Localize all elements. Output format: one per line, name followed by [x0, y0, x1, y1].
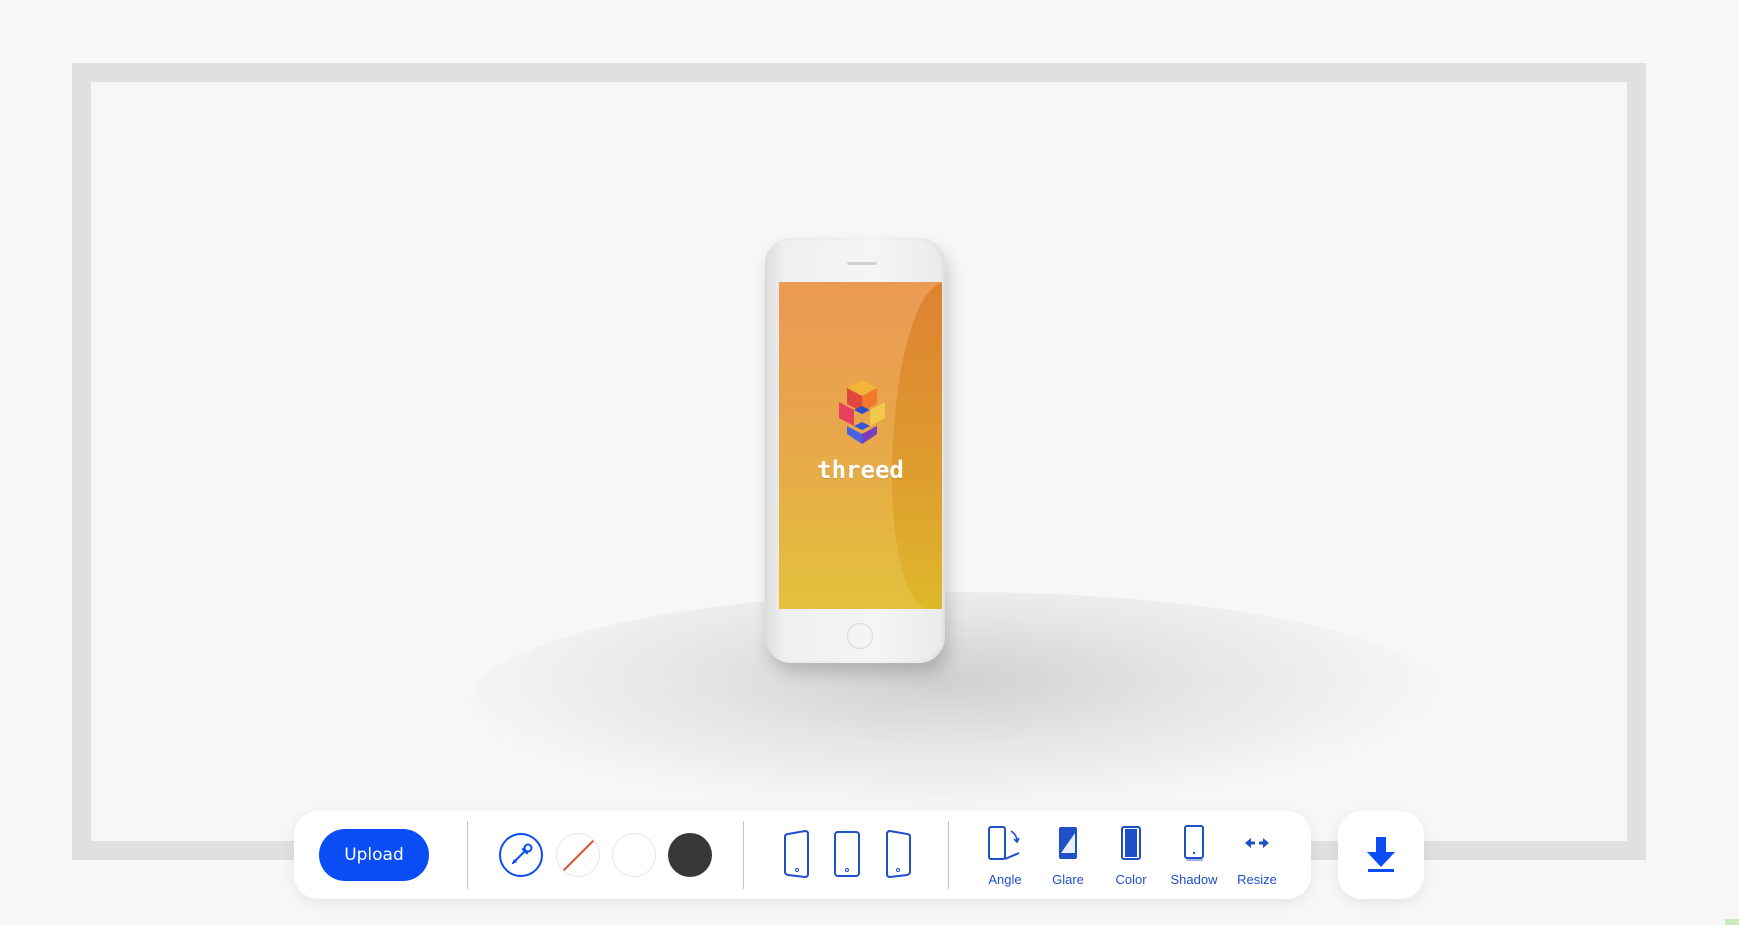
tool-glare-label: Glare	[1052, 872, 1084, 887]
canvas-area: threed	[91, 82, 1627, 841]
angle-icon	[988, 826, 1020, 860]
tool-resize-label: Resize	[1237, 872, 1277, 887]
phone-floor-shadow	[471, 592, 1451, 812]
phone-left-icon	[784, 829, 809, 879]
shadow-icon	[1184, 825, 1204, 861]
phone-front-icon	[834, 831, 860, 877]
tool-angle[interactable]: Angle	[976, 823, 1034, 893]
tool-shadow-label: Shadow	[1170, 872, 1218, 887]
swatch-no-color[interactable]	[556, 833, 600, 877]
download-icon	[1367, 837, 1395, 872]
phone-home-button	[847, 623, 873, 649]
screen-brand-text: threed	[817, 456, 904, 484]
device-angle-right-button[interactable]	[881, 829, 915, 879]
phone-speaker	[847, 262, 877, 265]
swatch-dark[interactable]	[668, 833, 712, 877]
swatch-white[interactable]	[612, 833, 656, 877]
tool-shadow[interactable]: Shadow	[1165, 823, 1223, 893]
glare-icon	[1059, 827, 1077, 859]
toolbar-divider	[467, 821, 468, 889]
toolbar-divider	[948, 821, 949, 889]
phone-screen[interactable]: threed	[779, 282, 942, 609]
editor-page: threed Upload Angle Glare Color Shadow R…	[0, 0, 1739, 925]
eyedropper-icon	[512, 843, 533, 864]
resize-icon	[1245, 838, 1269, 848]
device-front-button[interactable]	[830, 829, 864, 879]
tool-angle-label: Angle	[988, 872, 1022, 887]
device-angle-left-button[interactable]	[780, 829, 814, 879]
download-button[interactable]	[1338, 811, 1424, 899]
bottom-toolbar: Upload Angle Glare Color Shadow Resize	[294, 811, 1311, 899]
tool-color[interactable]: Color	[1102, 823, 1160, 893]
tool-glare[interactable]: Glare	[1039, 823, 1097, 893]
eyedropper-button[interactable]	[499, 833, 543, 877]
toolbar-divider	[743, 821, 744, 889]
canvas-frame: threed	[72, 63, 1646, 860]
upload-button[interactable]: Upload	[319, 829, 429, 881]
corner-indicator	[1725, 919, 1739, 925]
phone-mockup[interactable]: threed	[765, 238, 945, 663]
tool-color-label: Color	[1115, 872, 1147, 887]
phone-right-icon	[886, 829, 911, 879]
tool-resize[interactable]: Resize	[1228, 823, 1286, 893]
color-icon	[1121, 826, 1141, 860]
threed-logo-icon	[839, 380, 885, 444]
